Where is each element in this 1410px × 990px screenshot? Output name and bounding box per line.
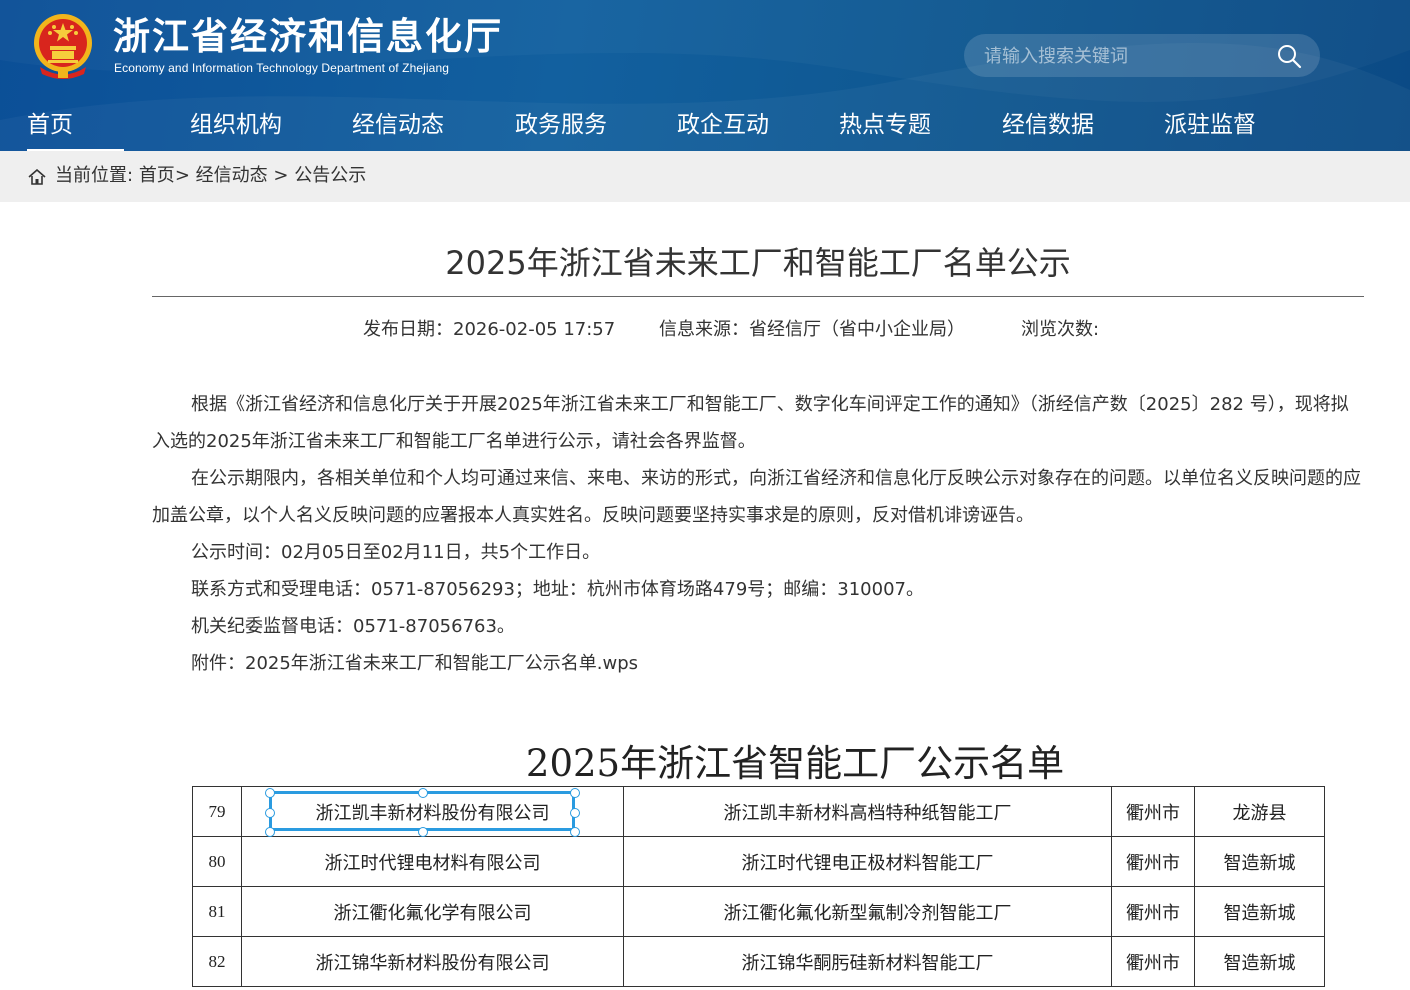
table-row: 82 浙江锦华新材料股份有限公司 浙江锦华酮肟硅新材料智能工厂 衢州市 智造新城 — [192, 936, 1325, 987]
county: 智造新城 — [1194, 936, 1325, 987]
breadcrumb-prefix: 当前位置: — [55, 165, 134, 186]
project-name: 浙江时代锂电正极材料智能工厂 — [623, 836, 1112, 887]
paragraph: 在公示期限内，各相关单位和个人均可通过来信、来电、来访的形式，向浙江省经济和信息… — [152, 468, 1361, 526]
row-number: 82 — [192, 936, 242, 987]
city: 衢州市 — [1111, 936, 1195, 987]
search-box — [964, 34, 1320, 79]
publish-date: 发布日期：2026-02-05 17:57 — [363, 319, 616, 340]
table-row: 81 浙江衢化氟化学有限公司 浙江衢化氟化新型氟制冷剂智能工厂 衢州市 智造新城 — [192, 886, 1325, 937]
resize-handle[interactable] — [265, 808, 275, 818]
company-name: 浙江衢化氟化学有限公司 — [241, 886, 624, 937]
county: 龙游县 — [1194, 786, 1325, 837]
city: 衢州市 — [1111, 886, 1195, 937]
title-divider — [152, 296, 1364, 297]
nav-home[interactable]: 首页 — [27, 108, 124, 151]
national-emblem-logo[interactable] — [30, 12, 96, 80]
search-icon[interactable] — [1276, 43, 1302, 69]
project-name: 浙江锦华酮肟硅新材料智能工厂 — [623, 936, 1112, 987]
nav-services[interactable]: 政务服务 — [515, 108, 607, 142]
county: 智造新城 — [1194, 886, 1325, 937]
article-title: 2025年浙江省未来工厂和智能工厂名单公示 — [445, 244, 1071, 282]
paragraph: 公示时间：02月05日至02月11日，共5个工作日。 — [191, 542, 601, 563]
row-number: 79 — [192, 786, 242, 837]
paragraph: 联系方式和受理电话：0571-87056293；地址：杭州市体育场路479号；邮… — [191, 579, 924, 600]
breadcrumb-separator: > — [273, 165, 289, 186]
attachment-link[interactable]: 2025年浙江省未来工厂和智能工厂公示名单.wps — [245, 653, 638, 674]
nav-news[interactable]: 经信动态 — [352, 108, 444, 142]
resize-handle[interactable] — [570, 788, 580, 798]
breadcrumb-trail: 当前位置: 首页> 经信动态 > 公告公示 — [55, 163, 366, 189]
nav-topics[interactable]: 热点专题 — [839, 108, 931, 142]
city: 衢州市 — [1111, 836, 1195, 887]
breadcrumb-separator: > — [174, 165, 190, 186]
row-number: 80 — [192, 836, 242, 887]
nav-organization[interactable]: 组织机构 — [190, 108, 282, 142]
factory-list-table: 79 浙江凯丰新材料股份有限公司 浙江凯丰新材料高档特种纸智能工厂 衢州市 龙游… — [192, 786, 1325, 987]
breadcrumb-section-link[interactable]: 经信动态 — [196, 165, 268, 186]
row-number: 81 — [192, 886, 242, 937]
project-name: 浙江凯丰新材料高档特种纸智能工厂 — [623, 786, 1112, 837]
resize-handle[interactable] — [570, 808, 580, 818]
nav-supervision[interactable]: 派驻监督 — [1164, 108, 1256, 142]
breadcrumb: 当前位置: 首页> 经信动态 > 公告公示 — [0, 151, 1410, 202]
nav-interaction[interactable]: 政企互动 — [677, 108, 769, 142]
main-nav: 首页 组织机构 经信动态 政务服务 政企互动 热点专题 经信数据 派驻监督 — [0, 104, 1410, 151]
table-row: 80 浙江时代锂电材料有限公司 浙江时代锂电正极材料智能工厂 衢州市 智造新城 — [192, 836, 1325, 887]
info-source: 信息来源：省经信厅（省中小企业局） — [659, 319, 965, 340]
city: 衢州市 — [1111, 786, 1195, 837]
search-input[interactable] — [982, 34, 1266, 79]
site-title[interactable]: 浙江省经济和信息化厅 — [113, 14, 503, 60]
county: 智造新城 — [1194, 836, 1325, 887]
home-icon — [28, 169, 46, 185]
project-name: 浙江衢化氟化新型氟制冷剂智能工厂 — [623, 886, 1112, 937]
attachment-label: 附件： — [191, 653, 245, 674]
company-name: 浙江时代锂电材料有限公司 — [241, 836, 624, 887]
site-subtitle: Economy and Information Technology Depar… — [114, 61, 450, 75]
breadcrumb-current-link[interactable]: 公告公示 — [294, 165, 366, 186]
resize-handle[interactable] — [418, 788, 428, 798]
nav-data[interactable]: 经信数据 — [1002, 108, 1094, 142]
table-title: 2025年浙江省智能工厂公示名单 — [525, 742, 1065, 785]
site-header: 浙江省经济和信息化厅 Economy and Information Techn… — [0, 0, 1410, 151]
paragraph: 根据《浙江省经济和信息化厅关于开展2025年浙江省未来工厂和智能工厂、数字化车间… — [152, 394, 1349, 452]
attachment-line: 附件：2025年浙江省未来工厂和智能工厂公示名单.wps — [152, 645, 1364, 682]
table-row: 79 浙江凯丰新材料股份有限公司 浙江凯丰新材料高档特种纸智能工厂 衢州市 龙游… — [192, 786, 1325, 837]
company-name: 浙江锦华新材料股份有限公司 — [241, 936, 624, 987]
breadcrumb-home-link[interactable]: 首页 — [139, 165, 175, 186]
company-name[interactable]: 浙江凯丰新材料股份有限公司 — [241, 786, 624, 837]
resize-handle[interactable] — [418, 827, 428, 837]
resize-handle[interactable] — [570, 827, 580, 837]
resize-handle[interactable] — [265, 827, 275, 837]
resize-handle[interactable] — [265, 788, 275, 798]
article-body: 根据《浙江省经济和信息化厅关于开展2025年浙江省未来工厂和智能工厂、数字化车间… — [152, 386, 1364, 682]
view-count: 浏览次数: — [1021, 319, 1100, 340]
paragraph: 机关纪委监督电话：0571-87056763。 — [191, 616, 515, 637]
